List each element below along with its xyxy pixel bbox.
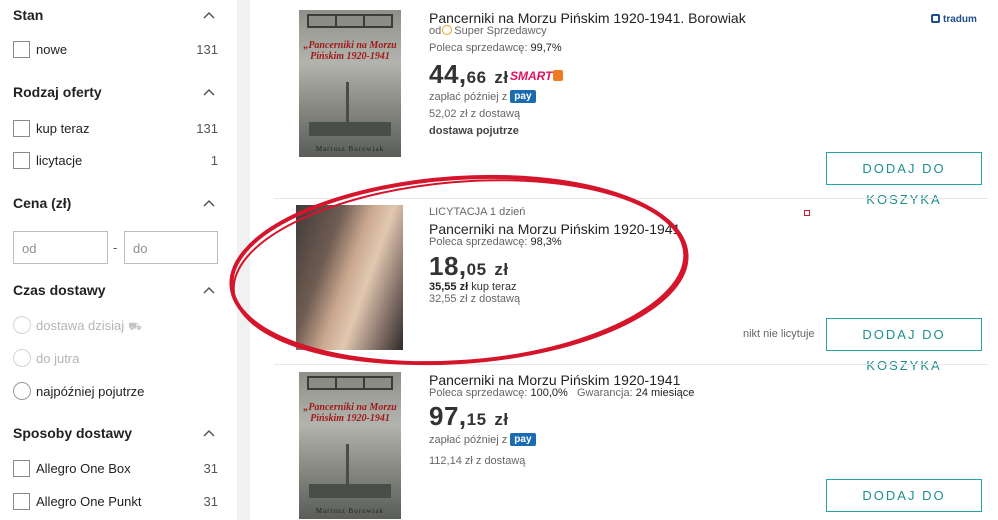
offer-price: 18,05 zł [429, 251, 509, 281]
cover-photo-strip [307, 14, 393, 28]
filter-section-stan[interactable]: Stan [13, 7, 215, 27]
annotation-marker [804, 210, 810, 216]
delivery-price: 52,02 zł z dostawą [429, 108, 521, 120]
filter-section-sposoby-dostawy[interactable]: Sposoby dostawy [13, 425, 215, 445]
filter-section-title: Czas dostawy [13, 282, 106, 298]
add-to-cart-button[interactable]: DODAJ DO KOSZYKA [826, 479, 982, 520]
seller-rating: Poleca sprzedawcę: 100,0% Gwarancja: 24 … [429, 387, 695, 399]
filter-option-label: dostawa dzisiaj ⛟ [36, 318, 142, 333]
pay-later-line: zapłać później z pay [429, 90, 536, 103]
filter-option-count: 31 [203, 461, 218, 476]
radio-button [13, 349, 31, 367]
cover-photo-strip [307, 376, 393, 390]
filter-option-najpozniej-pojutrze[interactable]: najpóźniej pojutrze [13, 382, 218, 402]
filter-option-label: Allegro One Box [36, 461, 131, 476]
price-range-separator: - [113, 240, 118, 255]
buy-now-line: 35,55 zł kup teraz [429, 281, 517, 293]
tradum-logo: tradum [931, 14, 977, 25]
price-to-input[interactable]: do [124, 231, 218, 264]
filter-option-label: nowe [36, 42, 68, 57]
seller-rating: Poleca sprzedawcę: 99,7% [429, 42, 562, 54]
delivery-price: 112,14 zł z dostawą [429, 455, 526, 467]
checkbox[interactable] [13, 493, 30, 510]
chevron-up-icon[interactable] [203, 87, 215, 99]
chevron-up-icon[interactable] [203, 10, 215, 22]
offer-price: 97,15 zł [429, 401, 509, 431]
filter-section-cena[interactable]: Cena (zł) [13, 195, 215, 215]
cover-ship-hull [309, 484, 391, 498]
filter-option-kup-teraz[interactable]: kup teraz 131 [13, 119, 218, 139]
checkbox[interactable] [13, 41, 30, 58]
smart-badge: SMART [510, 67, 564, 85]
cover-title: „Pancerniki na Morzu Pińskim 1920-1941 [303, 40, 397, 62]
offer-divider [274, 198, 988, 199]
chevron-up-icon[interactable] [203, 198, 215, 210]
checkbox[interactable] [13, 120, 30, 137]
chevron-up-icon[interactable] [203, 428, 215, 440]
bids-status: nikt nie licytuje [743, 328, 815, 340]
pay-badge: pay [510, 90, 536, 103]
offer-price: 44,66 zł [429, 59, 509, 89]
filters-sidebar: Stan nowe 131 Rodzaj oferty kup teraz 13… [0, 0, 237, 520]
radio-button [13, 316, 31, 334]
pay-badge: pay [510, 433, 536, 446]
filter-option-licytacje[interactable]: licytacje 1 [13, 151, 218, 171]
product-thumbnail[interactable]: „Pancerniki na Morzu Pińskim 1920-1941 M… [299, 372, 401, 519]
filter-section-czas-dostawy[interactable]: Czas dostawy [13, 282, 215, 302]
chevron-up-icon[interactable] [203, 285, 215, 297]
offers-listing: „Pancerniki na Morzu Pińskim 1920-1941 M… [250, 0, 998, 520]
cover-author: Mariusz Borowiak [315, 507, 385, 515]
filter-option-label: Allegro One Punkt [36, 494, 142, 509]
offer-title[interactable]: Pancerniki na Morzu Pińskim 1920-1941 [429, 372, 680, 388]
seller-line: od Super Sprzedawcy [429, 25, 547, 37]
filter-option-dostawa-dzisiaj: dostawa dzisiaj ⛟ [13, 316, 218, 336]
product-thumbnail[interactable]: „Pancerniki na Morzu Pińskim 1920-1941 M… [299, 10, 401, 157]
radio-button[interactable] [13, 382, 31, 400]
filter-option-count: 131 [196, 42, 218, 57]
filter-section-title: Stan [13, 7, 44, 23]
filter-section-title: Sposoby dostawy [13, 425, 133, 441]
price-from-input[interactable]: od [13, 231, 108, 264]
offer-divider [274, 364, 988, 365]
filter-section-rodzaj-oferty[interactable]: Rodzaj oferty [13, 84, 215, 104]
filter-option-count: 31 [203, 494, 218, 509]
offer-title[interactable]: Pancerniki na Morzu Pińskim 1920-1941. B… [429, 10, 746, 26]
truck-icon: ⛟ [128, 321, 142, 333]
cover-author: Mariusz Borowiak [315, 145, 385, 153]
filter-section-title: Rodzaj oferty [13, 84, 102, 100]
pay-later-line: zapłać później z pay [429, 433, 536, 446]
filter-option-allegro-one-punkt[interactable]: Allegro One Punkt 31 [13, 492, 218, 512]
tradum-icon [931, 14, 940, 23]
super-seller-icon [442, 25, 453, 35]
filter-option-allegro-one-box[interactable]: Allegro One Box 31 [13, 459, 218, 479]
auction-label: LICYTACJA 1 dzień [429, 206, 526, 218]
checkbox[interactable] [13, 460, 30, 477]
filter-option-label: kup teraz [36, 121, 90, 136]
filter-option-nowe[interactable]: nowe 131 [13, 40, 218, 60]
add-to-cart-button[interactable]: DODAJ DO KOSZYKA [826, 318, 982, 373]
offer-title[interactable]: Pancerniki na Morzu Pińskim 1920-1941 [429, 221, 680, 237]
filter-option-count: 1 [210, 153, 218, 168]
cover-title: „Pancerniki na Morzu Pińskim 1920-1941 [303, 402, 397, 424]
add-to-cart-button[interactable]: DODAJ DO KOSZYKA [826, 152, 982, 207]
product-thumbnail[interactable] [296, 205, 403, 350]
cover-ship-hull [309, 122, 391, 136]
checkbox[interactable] [13, 152, 30, 169]
filter-option-label: najpóźniej pojutrze [36, 384, 145, 399]
filter-option-do-jutra: do jutra [13, 349, 218, 369]
filter-option-count: 131 [196, 121, 218, 136]
delivery-time: dostawa pojutrze [429, 125, 519, 137]
delivery-price: 32,55 zł z dostawą [429, 293, 521, 305]
filter-option-label: licytacje [36, 153, 83, 168]
seller-rating: Poleca sprzedawcę: 98,3% [429, 236, 562, 248]
filter-option-label: do jutra [36, 351, 80, 366]
filter-section-title: Cena (zł) [13, 195, 72, 211]
smart-icon [553, 70, 564, 81]
